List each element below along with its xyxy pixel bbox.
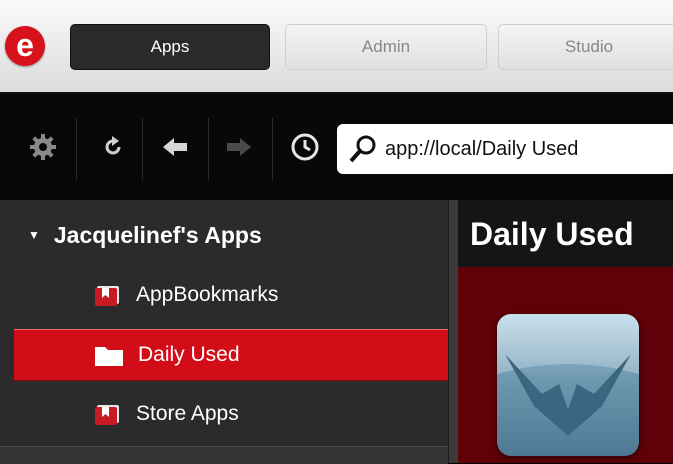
tab-apps[interactable]: Apps [70, 24, 270, 70]
toolbar-divider [208, 118, 209, 180]
toolbar-divider [272, 118, 273, 180]
app-tile[interactable] [497, 314, 639, 456]
app-logo-icon: e [5, 26, 45, 66]
address-bar[interactable]: app://local/Daily Used [337, 124, 673, 174]
expand-triangle-icon[interactable]: ▼ [28, 228, 40, 242]
tab-admin[interactable]: Admin [285, 24, 487, 70]
bookmark-folder-icon [95, 286, 119, 306]
sidebar-item-daily-used[interactable]: Daily Used [14, 329, 448, 381]
back-arrow-icon [163, 138, 187, 156]
sidebar-cut-off-row [0, 446, 448, 464]
address-input[interactable]: app://local/Daily Used [385, 138, 578, 161]
search-icon [349, 135, 376, 163]
refresh-button[interactable] [90, 94, 136, 200]
folder-icon [95, 347, 123, 366]
forward-button[interactable] [214, 94, 264, 200]
sidebar-item-store-apps[interactable]: Store Apps [14, 389, 448, 439]
sidebar-group-label: Jacquelinef's Apps [53, 221, 262, 248]
refresh-icon [105, 136, 121, 155]
sidebar-group-header[interactable]: ▼ Jacquelinef's Apps [0, 210, 448, 260]
sidebar: ▼ Jacquelinef's Apps AppBookmarks Daily … [0, 200, 458, 463]
toolbar: app://local/Daily Used [0, 94, 673, 200]
history-button[interactable] [280, 94, 330, 200]
top-bar: e Apps Admin Studio [0, 0, 673, 94]
app-bird-icon [497, 314, 639, 436]
toolbar-divider [76, 118, 77, 180]
tab-studio[interactable]: Studio [498, 24, 673, 70]
sidebar-item-label: AppBookmarks [136, 283, 279, 306]
forward-arrow-icon [227, 138, 251, 156]
toolbar-divider [142, 118, 143, 180]
sidebar-item-appbookmarks[interactable]: AppBookmarks [14, 270, 448, 320]
history-clock-icon [291, 133, 319, 161]
page-title: Daily Used [470, 216, 634, 252]
settings-button[interactable] [18, 94, 68, 200]
sidebar-item-label: Daily Used [138, 343, 240, 366]
sidebar-item-label: Store Apps [136, 402, 239, 425]
settings-icon [30, 134, 56, 160]
back-button[interactable] [150, 94, 200, 200]
bookmark-folder-icon [95, 405, 119, 425]
